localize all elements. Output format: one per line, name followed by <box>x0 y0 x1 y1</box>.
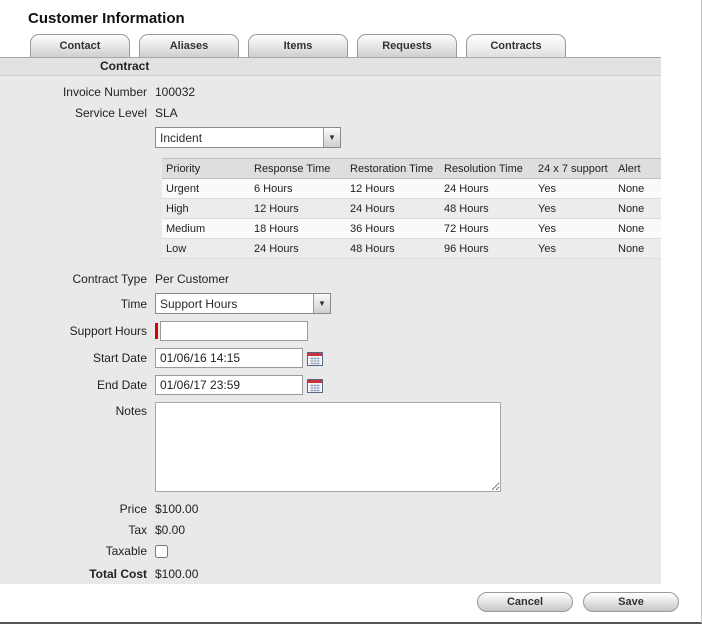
cell: 72 Hours <box>440 219 534 239</box>
cancel-button[interactable]: Cancel <box>477 592 573 612</box>
price-row: Price $100.00 <box>0 502 661 516</box>
cell: Yes <box>534 219 614 239</box>
column-header: Restoration Time <box>346 159 440 179</box>
table-row: Urgent 6 Hours 12 Hours 24 Hours Yes Non… <box>162 179 661 199</box>
price-value: $100.00 <box>155 502 198 516</box>
sla-type-select-value: Incident <box>156 128 323 147</box>
notes-label: Notes <box>0 402 155 418</box>
cell: 48 Hours <box>346 239 440 259</box>
total-cost-row: Total Cost $100.00 <box>0 567 661 581</box>
total-cost-label: Total Cost <box>0 567 155 581</box>
action-bar: Cancel Save <box>0 584 701 612</box>
tax-label: Tax <box>0 523 155 537</box>
contract-form-panel: Contract Invoice Number 100032 Service L… <box>0 57 661 584</box>
contract-type-label: Contract Type <box>0 272 155 286</box>
notes-row: Notes <box>0 402 661 492</box>
cell: Yes <box>534 179 614 199</box>
page-title: Customer Information <box>0 0 701 33</box>
time-select-value: Support Hours <box>156 294 313 313</box>
cell: None <box>614 199 661 219</box>
cell: Urgent <box>162 179 250 199</box>
start-date-input[interactable] <box>155 348 303 368</box>
column-header: 24 x 7 support <box>534 159 614 179</box>
support-hours-row: Support Hours <box>0 321 661 341</box>
invoice-number-row: Invoice Number 100032 <box>0 85 661 99</box>
invoice-number-label: Invoice Number <box>0 85 155 99</box>
service-level-row: Service Level SLA <box>0 106 661 120</box>
cell: 24 Hours <box>346 199 440 219</box>
end-date-input[interactable] <box>155 375 303 395</box>
start-date-label: Start Date <box>0 351 155 365</box>
total-cost-value: $100.00 <box>155 567 198 581</box>
column-header: Alert <box>614 159 661 179</box>
end-date-label: End Date <box>0 378 155 392</box>
calendar-icon[interactable] <box>307 351 323 366</box>
column-header: Resolution Time <box>440 159 534 179</box>
taxable-label: Taxable <box>0 544 155 558</box>
tab-bar: Contact Aliases Items Requests Contracts <box>0 33 701 57</box>
cell: 36 Hours <box>346 219 440 239</box>
time-row: Time Support Hours ▼ <box>0 293 661 314</box>
contract-type-value: Per Customer <box>155 272 229 286</box>
sla-type-row: Incident ▼ <box>0 127 661 148</box>
price-label: Price <box>0 502 155 516</box>
tab-requests[interactable]: Requests <box>357 34 457 57</box>
table-row: Low 24 Hours 48 Hours 96 Hours Yes None <box>162 239 661 259</box>
table-row: High 12 Hours 24 Hours 48 Hours Yes None <box>162 199 661 219</box>
cell: 48 Hours <box>440 199 534 219</box>
table-header-row: Priority Response Time Restoration Time … <box>162 159 661 179</box>
tab-aliases[interactable]: Aliases <box>139 34 239 57</box>
time-label: Time <box>0 297 155 311</box>
column-header: Priority <box>162 159 250 179</box>
column-header: Response Time <box>250 159 346 179</box>
tab-items[interactable]: Items <box>248 34 348 57</box>
taxable-checkbox[interactable] <box>155 545 168 558</box>
cell: None <box>614 219 661 239</box>
save-button[interactable]: Save <box>583 592 679 612</box>
cell: 24 Hours <box>440 179 534 199</box>
cell: 24 Hours <box>250 239 346 259</box>
cell: Yes <box>534 199 614 219</box>
support-hours-input[interactable] <box>160 321 308 341</box>
cell: Yes <box>534 239 614 259</box>
cell: 18 Hours <box>250 219 346 239</box>
support-hours-label: Support Hours <box>0 324 155 338</box>
cell: 12 Hours <box>250 199 346 219</box>
contract-type-row: Contract Type Per Customer <box>0 272 661 286</box>
table-row: Medium 18 Hours 36 Hours 72 Hours Yes No… <box>162 219 661 239</box>
service-level-value: SLA <box>155 106 178 120</box>
cell: High <box>162 199 250 219</box>
time-select[interactable]: Support Hours ▼ <box>155 293 331 314</box>
start-date-row: Start Date <box>0 348 661 368</box>
section-header-contract: Contract <box>0 58 661 76</box>
service-level-label: Service Level <box>0 106 155 120</box>
tab-contact[interactable]: Contact <box>30 34 130 57</box>
cell: 96 Hours <box>440 239 534 259</box>
sla-type-select[interactable]: Incident ▼ <box>155 127 341 148</box>
cell: Medium <box>162 219 250 239</box>
cell: None <box>614 239 661 259</box>
chevron-down-icon[interactable]: ▼ <box>323 128 340 147</box>
required-marker <box>155 323 158 339</box>
taxable-row: Taxable <box>0 544 661 558</box>
cell: Low <box>162 239 250 259</box>
tab-contracts[interactable]: Contracts <box>466 34 566 57</box>
cell: 12 Hours <box>346 179 440 199</box>
end-date-row: End Date <box>0 375 661 395</box>
chevron-down-icon[interactable]: ▼ <box>313 294 330 313</box>
cell: 6 Hours <box>250 179 346 199</box>
tax-row: Tax $0.00 <box>0 523 661 537</box>
customer-information-window: Customer Information Contact Aliases Ite… <box>0 0 702 624</box>
tax-value: $0.00 <box>155 523 185 537</box>
sla-priority-table: Priority Response Time Restoration Time … <box>162 158 661 259</box>
invoice-number-value: 100032 <box>155 85 195 99</box>
notes-textarea[interactable] <box>155 402 501 492</box>
calendar-icon[interactable] <box>307 378 323 393</box>
cell: None <box>614 179 661 199</box>
